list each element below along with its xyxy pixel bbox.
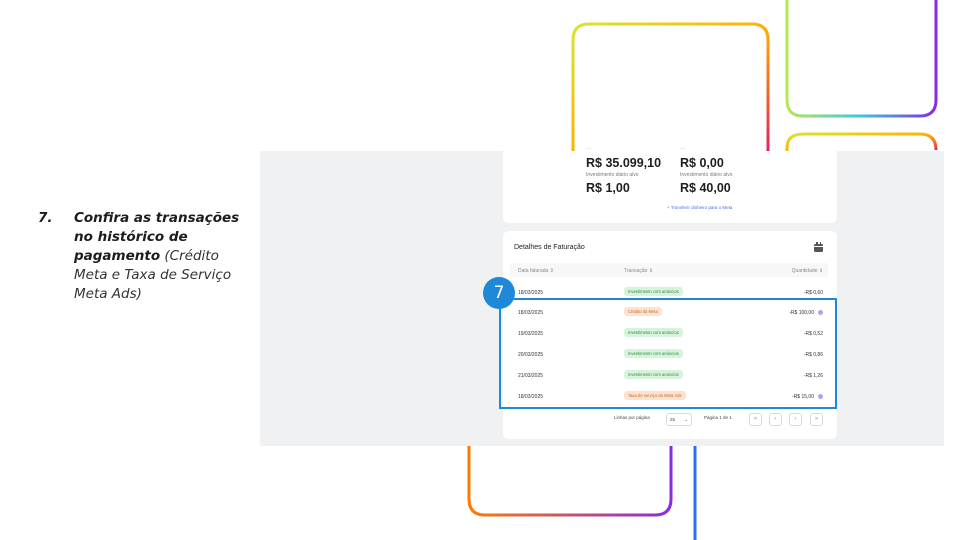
daily-right-label: Investimento diário alvo xyxy=(680,172,733,178)
balance-right-value: R$ 0,00 xyxy=(680,156,724,170)
prev-page-icon[interactable]: ‹ xyxy=(769,413,782,426)
transaction-badge: Investimento com anúncios xyxy=(624,287,683,296)
daily-right-value: R$ 40,00 xyxy=(680,181,731,195)
billing-title: Detalhes de Faturação xyxy=(514,244,585,251)
rows-per-page-select[interactable]: 25 ⌄ xyxy=(666,413,692,426)
rows-per-page-label: Linhas por página xyxy=(614,415,650,420)
step-number-badge: 7 xyxy=(483,277,515,309)
first-page-button[interactable]: « xyxy=(749,413,762,426)
balance-label-fragment: ···· xyxy=(680,146,686,151)
instruction-block: 7. Confira as transações no histórico de… xyxy=(38,209,253,304)
transfer-link[interactable]: + Transferir dinheiro para o Meta xyxy=(667,205,732,210)
instruction-number: 7. xyxy=(38,210,53,226)
balance-label-fragment: ···· xyxy=(586,146,592,151)
column-transaction[interactable]: Transação ⇕ xyxy=(624,268,653,274)
daily-left-value: R$ 1,00 xyxy=(586,181,630,195)
rows-per-page-value: 25 xyxy=(670,417,676,422)
column-date[interactable]: Data faturada ⇕ xyxy=(518,268,554,274)
instruction-text: Confira as transações no histórico de pa… xyxy=(74,209,253,304)
next-page-icon[interactable]: › xyxy=(789,413,802,426)
daily-left-label: Investimento diário alvo xyxy=(586,172,639,178)
chevron-down-icon: ⌄ xyxy=(684,417,688,422)
calendar-icon[interactable] xyxy=(814,242,823,252)
column-amount[interactable]: Quantidade ⇕ xyxy=(780,268,823,274)
highlight-box xyxy=(499,298,837,409)
balance-left-value: R$ 35.099,10 xyxy=(586,156,662,170)
row-date: 18/03/2025 xyxy=(518,290,544,296)
row-amount: -R$ 0,60 xyxy=(803,290,823,296)
page-indicator: Página 1 de 1 xyxy=(704,415,732,420)
balance-card xyxy=(503,151,837,223)
last-page-button[interactable]: » xyxy=(810,413,823,426)
